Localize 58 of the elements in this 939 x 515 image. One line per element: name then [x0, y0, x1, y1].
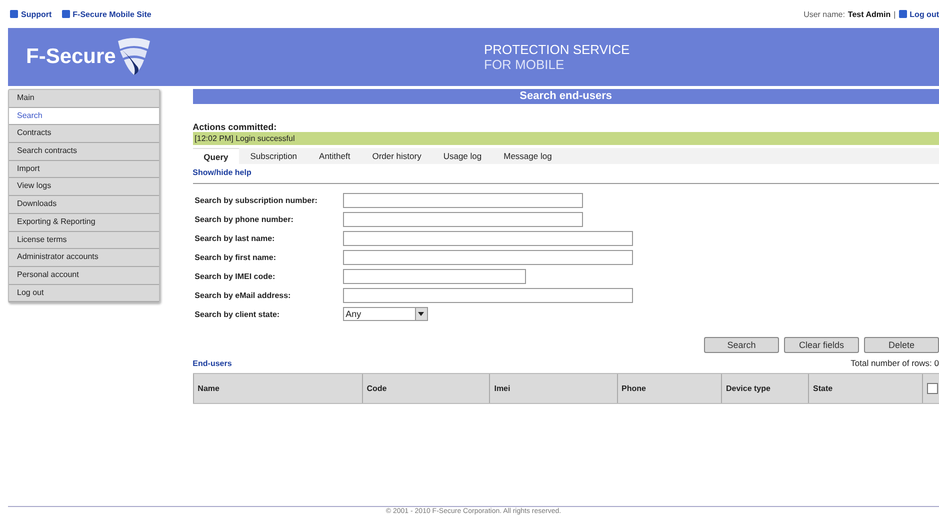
help-link[interactable]: Show/hide help [192, 168, 939, 177]
sidebar-item[interactable]: Import [9, 160, 159, 178]
shield-logo-icon [116, 37, 152, 77]
input-field[interactable] [342, 193, 583, 208]
action-button[interactable]: Clear fields [784, 337, 859, 353]
tab[interactable]: Order history [361, 148, 432, 164]
tab[interactable]: Query [192, 148, 240, 164]
input-field[interactable] [342, 231, 633, 246]
input-field[interactable] [342, 212, 583, 227]
logo-text: F-Secure [26, 45, 116, 69]
top-link[interactable]: F-Secure Mobile Site [62, 10, 152, 18]
select-all-checkbox[interactable] [927, 383, 938, 394]
field-label: Search by IMEI code: [194, 272, 276, 281]
user-label: User name: [804, 10, 845, 18]
input-field[interactable] [342, 288, 633, 303]
status-message: [12:02 PM] Login successful [192, 132, 939, 145]
sidebar-item[interactable]: Personal account [9, 266, 159, 285]
tab[interactable]: Message log [492, 148, 563, 164]
column-header: Imei [490, 374, 618, 404]
separator: | [894, 10, 896, 18]
column-header: State [808, 374, 922, 404]
input-field[interactable] [342, 269, 526, 284]
user-name: Test Admin [848, 10, 891, 18]
section-link[interactable]: End-users [192, 359, 232, 368]
product-name: PROTECTION SERVICE [484, 42, 630, 57]
field-label: Search by last name: [194, 234, 276, 243]
sidebar-item[interactable]: Main [9, 90, 159, 108]
sidebar-item[interactable]: View logs [9, 178, 159, 196]
actions-heading: Actions committed: [192, 122, 278, 132]
field-label: Search by eMail address: [194, 291, 292, 300]
sidebar-item[interactable]: Log out [9, 284, 159, 302]
column-header: Name [193, 374, 362, 404]
column-header: Code [362, 374, 490, 404]
row-count: Total number of rows: 0 [850, 358, 939, 368]
top-link[interactable]: Support [10, 10, 52, 18]
sidebar-item[interactable]: Exporting & Reporting [9, 214, 159, 232]
tab[interactable]: Antitheft [308, 148, 362, 164]
column-header: Device type [721, 374, 809, 404]
sidebar-item[interactable]: Contracts [9, 125, 159, 144]
field-label: Search by phone number: [194, 215, 294, 224]
sidebar-item[interactable]: License terms [9, 232, 159, 250]
logout-link[interactable]: Log out [898, 10, 939, 18]
column-header: Phone [617, 374, 722, 404]
sidebar-item[interactable]: Administrator accounts [9, 249, 159, 267]
sidebar-item[interactable]: Search [9, 108, 159, 126]
tab[interactable]: Usage log [432, 148, 493, 164]
action-button[interactable]: Search [704, 337, 779, 353]
action-button[interactable]: Delete [864, 337, 939, 353]
field-label: Search by subscription number: [194, 196, 318, 205]
tab[interactable]: Subscription [239, 148, 308, 164]
state-dropdown[interactable]: Any [342, 307, 428, 321]
field-label: Search by client state: [194, 310, 281, 318]
sidebar-item[interactable]: Search contracts [9, 143, 159, 161]
field-label: Search by first name: [194, 253, 278, 262]
input-field[interactable] [342, 250, 633, 265]
sidebar-item[interactable]: Downloads [9, 196, 159, 214]
product-subtitle: FOR MOBILE [484, 57, 566, 72]
page-title: Search end-users [192, 89, 939, 104]
